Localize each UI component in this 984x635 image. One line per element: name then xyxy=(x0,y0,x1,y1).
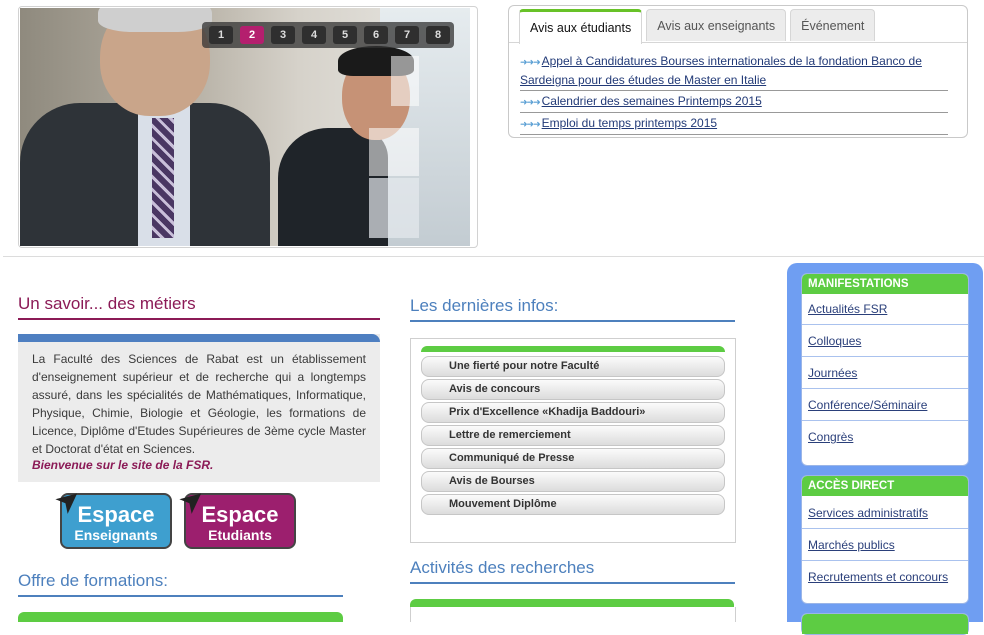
right-sidebar: MANIFESTATIONS Actualités FSR Colloques … xyxy=(787,263,983,635)
slider-page-4[interactable]: 4 xyxy=(302,26,326,44)
manifestations-header: MANIFESTATIONS xyxy=(802,274,968,294)
link-actualites[interactable]: Actualités FSR xyxy=(808,302,887,316)
offre-title: Offre de formations: xyxy=(18,571,168,590)
intro-text: La Faculté des Sciences de Rabat est un … xyxy=(32,352,366,456)
espace-etudiants-button[interactable]: ➤ Espace Etudiants xyxy=(172,480,296,549)
slider-page-1[interactable]: 1 xyxy=(209,26,233,44)
slider-page-6[interactable]: 6 xyxy=(364,26,388,44)
notices-tab-row: Avis aux étudiants Avis aux enseignants … xyxy=(519,9,876,44)
acces-direct-header: ACCÈS DIRECT xyxy=(802,476,968,496)
link-services-administratifs[interactable]: Services administratifs xyxy=(808,506,928,520)
double-arrow-icon: ➜➜➜ xyxy=(520,57,541,67)
title-underline xyxy=(18,595,343,597)
info-item[interactable]: Avis de Bourses xyxy=(421,471,725,492)
intro-box: La Faculté des Sciences de Rabat est un … xyxy=(18,334,380,482)
notice-link[interactable]: Calendrier des semaines Printemps 2015 xyxy=(542,94,762,108)
link-recrutements[interactable]: Recrutements et concours xyxy=(808,570,948,584)
slider-pager: 1 2 3 4 5 6 7 8 xyxy=(202,22,454,48)
image-slider: 1 2 3 4 5 6 7 8 xyxy=(18,6,478,248)
slider-page-2[interactable]: 2 xyxy=(240,26,264,44)
double-arrow-icon: ➜➜➜ xyxy=(520,97,541,107)
activites-box xyxy=(410,607,736,622)
link-conference[interactable]: Conférence/Séminaire xyxy=(808,398,927,412)
espace-small-label: Enseignants xyxy=(74,527,158,543)
link-marches-publics[interactable]: Marchés publics xyxy=(808,538,895,552)
info-item[interactable]: Mouvement Diplôme xyxy=(421,494,725,515)
tab-avis-enseignants[interactable]: Avis aux enseignants xyxy=(646,9,787,41)
title-underline xyxy=(410,320,735,322)
activites-box-top xyxy=(410,599,734,607)
double-arrow-icon: ➜➜➜ xyxy=(520,119,541,129)
slider-page-7[interactable]: 7 xyxy=(395,26,419,44)
info-item[interactable]: Avis de concours xyxy=(421,379,725,400)
notice-link[interactable]: Appel à Candidatures Bourses internation… xyxy=(520,54,922,87)
infos-title: Les dernières infos: xyxy=(410,296,559,315)
title-underline xyxy=(410,582,735,584)
espace-enseignants-button[interactable]: ➤ Espace Enseignants xyxy=(48,480,172,549)
offre-box-top xyxy=(18,612,343,622)
activites-title: Activités des recherches xyxy=(410,558,595,577)
notice-list: ➜➜➜ Appel à Candidatures Bourses internat… xyxy=(520,52,948,136)
info-item[interactable]: Communiqué de Presse xyxy=(421,448,725,469)
slider-page-8[interactable]: 8 xyxy=(426,26,450,44)
slider-page-5[interactable]: 5 xyxy=(333,26,357,44)
section-divider xyxy=(3,256,984,257)
info-item[interactable]: Une fierté pour notre Faculté xyxy=(421,356,725,377)
notice-link[interactable]: Emploi du temps printemps 2015 xyxy=(542,116,717,130)
list-item: ➜➜➜ Calendrier des semaines Printemps 201… xyxy=(520,92,948,113)
list-item: ➜➜➜ Appel à Candidatures Bourses internat… xyxy=(520,52,948,91)
info-item[interactable]: Lettre de remerciement xyxy=(421,425,725,446)
notices-tabs-box: Avis aux étudiants Avis aux enseignants … xyxy=(508,5,968,138)
tab-avis-etudiants[interactable]: Avis aux étudiants xyxy=(519,9,643,44)
link-congres[interactable]: Congrès xyxy=(808,430,853,444)
list-item: ➜➜➜ Emploi du temps printemps 2015 xyxy=(520,114,948,135)
espace-small-label: Etudiants xyxy=(208,527,272,543)
acces-direct-box: ACCÈS DIRECT Services administratifs Mar… xyxy=(801,475,969,604)
welcome-text: Bienvenue sur le site de la FSR. xyxy=(32,458,214,472)
tab-evenement[interactable]: Événement xyxy=(790,9,876,41)
manifestations-box: MANIFESTATIONS Actualités FSR Colloques … xyxy=(801,273,969,466)
infos-box: Une fierté pour notre Faculté Avis de co… xyxy=(410,338,736,543)
title-underline xyxy=(18,318,380,320)
agenda-header xyxy=(802,614,968,634)
slider-page-3[interactable]: 3 xyxy=(271,26,295,44)
savoir-title: Un savoir... des métiers xyxy=(18,294,196,313)
info-item[interactable]: Prix d'Excellence «Khadija Baddouri» xyxy=(421,402,725,423)
link-colloques[interactable]: Colloques xyxy=(808,334,861,348)
agenda-box xyxy=(801,613,969,635)
link-journees[interactable]: Journées xyxy=(808,366,857,380)
